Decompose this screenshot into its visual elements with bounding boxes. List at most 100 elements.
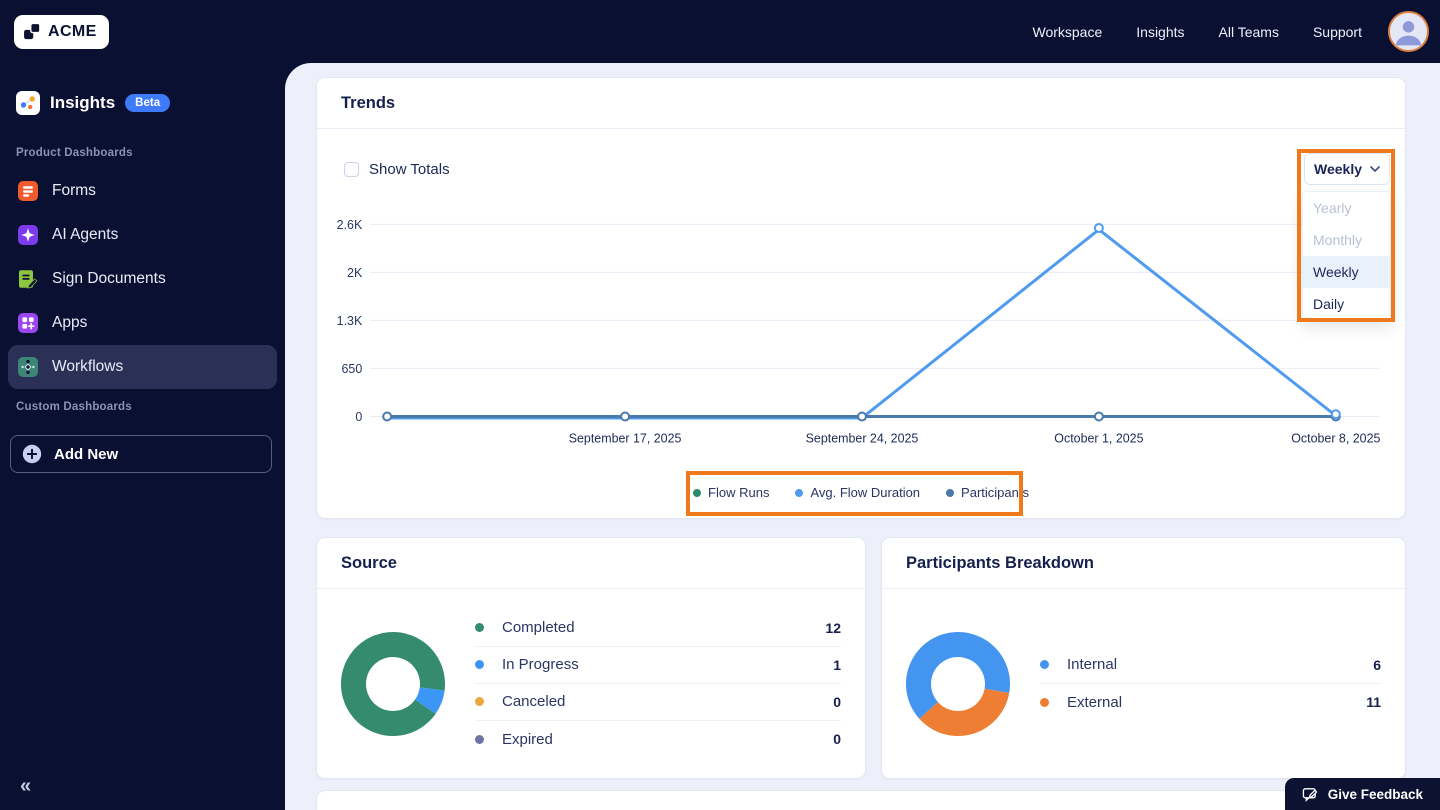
legend-value: 0 <box>833 731 841 747</box>
user-icon <box>1390 13 1427 50</box>
topbar: ACME Workspace Insights All Teams Support <box>0 0 1440 63</box>
period-dropdown-menu: YearlyMonthlyWeeklyDaily <box>1302 191 1391 321</box>
feedback-icon <box>1302 786 1319 803</box>
legend-label: Flow Runs <box>708 485 769 500</box>
main-panel: Trends Show Totals 0 650 1.3K 2K 2.6K Septemb… <box>285 63 1440 810</box>
period-option-weekly[interactable]: Weekly <box>1303 256 1390 288</box>
source-card: Source Completed12In Progress1Canceled0E… <box>316 537 866 779</box>
plus-circle-icon <box>22 444 42 464</box>
legend-label: Participants <box>961 485 1029 500</box>
sidebar-item-apps[interactable]: Apps <box>8 301 277 345</box>
legend-value: 11 <box>1366 694 1381 710</box>
legend-label: Expired <box>502 731 833 748</box>
sidebar-item-label: Sign Documents <box>52 270 166 288</box>
show-totals-label: Show Totals <box>369 161 450 178</box>
participants-donut-chart <box>906 632 1010 736</box>
workflows-icon <box>16 355 40 379</box>
legend-item-participants[interactable]: Participants <box>946 485 1029 500</box>
sidebar-item-forms[interactable]: Forms <box>8 169 277 213</box>
insights-icon <box>16 91 40 115</box>
legend-label: External <box>1067 694 1366 711</box>
sidebar-header: Insights Beta <box>0 63 285 135</box>
section-custom-dashboards: Custom Dashboards <box>0 389 285 423</box>
legend-label: Internal <box>1067 656 1373 673</box>
legend-dot <box>475 623 484 632</box>
legend-dot <box>693 489 701 497</box>
forms-icon <box>16 179 40 203</box>
legend-label: Completed <box>502 619 825 636</box>
participants-legend: Internal6External11 <box>1040 647 1381 721</box>
topnav-support[interactable]: Support <box>1313 24 1362 40</box>
legend-dot <box>475 735 484 744</box>
period-option-yearly[interactable]: Yearly <box>1303 192 1390 224</box>
topnav-insights[interactable]: Insights <box>1136 24 1184 40</box>
brand-logo[interactable]: ACME <box>14 15 109 49</box>
svg-text:1.3K: 1.3K <box>337 314 363 328</box>
svg-text:October 8, 2025: October 8, 2025 <box>1291 431 1380 445</box>
legend-row-expired: Expired0 <box>475 721 841 758</box>
svg-text:2K: 2K <box>347 266 363 280</box>
legend-row-internal: Internal6 <box>1040 647 1381 684</box>
legend-item-avg-flow-duration[interactable]: Avg. Flow Duration <box>795 485 920 500</box>
legend-value: 0 <box>833 694 841 710</box>
give-feedback-button[interactable]: Give Feedback <box>1285 778 1440 810</box>
source-donut-chart <box>341 632 445 736</box>
legend-dot <box>475 660 484 669</box>
sidebar-item-ai-agents[interactable]: AI Agents <box>8 213 277 257</box>
trends-card: Trends Show Totals 0 650 1.3K 2K 2.6K Septemb… <box>316 77 1406 519</box>
ai-agents-icon <box>16 223 40 247</box>
app-title: Insights <box>50 93 115 113</box>
legend-value: 12 <box>825 620 841 636</box>
legend-row-external: External11 <box>1040 684 1381 721</box>
next-card-top-edge <box>316 790 1406 810</box>
svg-text:September 17, 2025: September 17, 2025 <box>569 431 682 445</box>
legend-row-in-progress: In Progress1 <box>475 647 841 684</box>
sign-documents-icon <box>16 267 40 291</box>
legend-label: Canceled <box>502 693 833 710</box>
period-option-monthly[interactable]: Monthly <box>1303 224 1390 256</box>
sidebar-collapse-button[interactable]: « <box>20 775 31 798</box>
add-new-button[interactable]: Add New <box>10 435 272 473</box>
sidebar-item-label: Apps <box>52 314 87 332</box>
participants-card-header: Participants Breakdown <box>882 538 1405 589</box>
brand-name: ACME <box>48 23 97 41</box>
period-option-daily[interactable]: Daily <box>1303 288 1390 320</box>
acme-logo-icon <box>23 22 42 41</box>
source-title: Source <box>341 554 397 573</box>
svg-text:September 24, 2025: September 24, 2025 <box>806 431 919 445</box>
source-legend: Completed12In Progress1Canceled0Expired0 <box>475 610 841 758</box>
avatar[interactable] <box>1388 11 1429 52</box>
svg-text:0: 0 <box>355 410 362 424</box>
trends-legend: Flow Runs Avg. Flow Duration Participants <box>317 485 1405 500</box>
topnav-all-teams[interactable]: All Teams <box>1219 24 1279 40</box>
sidebar-item-label: AI Agents <box>52 226 118 244</box>
legend-row-canceled: Canceled0 <box>475 684 841 721</box>
sidebar-item-sign-documents[interactable]: Sign Documents <box>8 257 277 301</box>
period-selector[interactable]: Weekly <box>1304 153 1390 185</box>
show-totals-checkbox[interactable] <box>344 162 359 177</box>
svg-text:650: 650 <box>342 362 363 376</box>
legend-value: 6 <box>1373 657 1381 673</box>
legend-dot <box>1040 698 1049 707</box>
sidebar-items: Forms AI Agents Sign Documents Apps Workflow… <box>0 169 285 389</box>
trends-line-chart: 0 650 1.3K 2K 2.6K September 17, 2025 Septembe… <box>317 78 1405 518</box>
apps-icon <box>16 311 40 335</box>
trends-card-header: Trends <box>317 78 1405 129</box>
source-card-header: Source <box>317 538 865 589</box>
sidebar-item-workflows[interactable]: Workflows <box>8 345 277 389</box>
legend-value: 1 <box>833 657 841 673</box>
topnav-workspace[interactable]: Workspace <box>1032 24 1102 40</box>
legend-dot <box>1040 660 1049 669</box>
trends-title: Trends <box>341 94 395 113</box>
beta-badge: Beta <box>125 94 170 112</box>
source-body: Completed12In Progress1Canceled0Expired0 <box>317 589 865 778</box>
give-feedback-label: Give Feedback <box>1328 787 1423 802</box>
sidebar-item-label: Workflows <box>52 358 123 376</box>
show-totals-toggle[interactable]: Show Totals <box>344 161 450 178</box>
legend-row-completed: Completed12 <box>475 610 841 647</box>
chevron-down-icon <box>1370 166 1380 172</box>
legend-dot <box>795 489 803 497</box>
legend-item-flow-runs[interactable]: Flow Runs <box>693 485 769 500</box>
svg-text:2.6K: 2.6K <box>337 218 363 232</box>
legend-label: In Progress <box>502 656 833 673</box>
